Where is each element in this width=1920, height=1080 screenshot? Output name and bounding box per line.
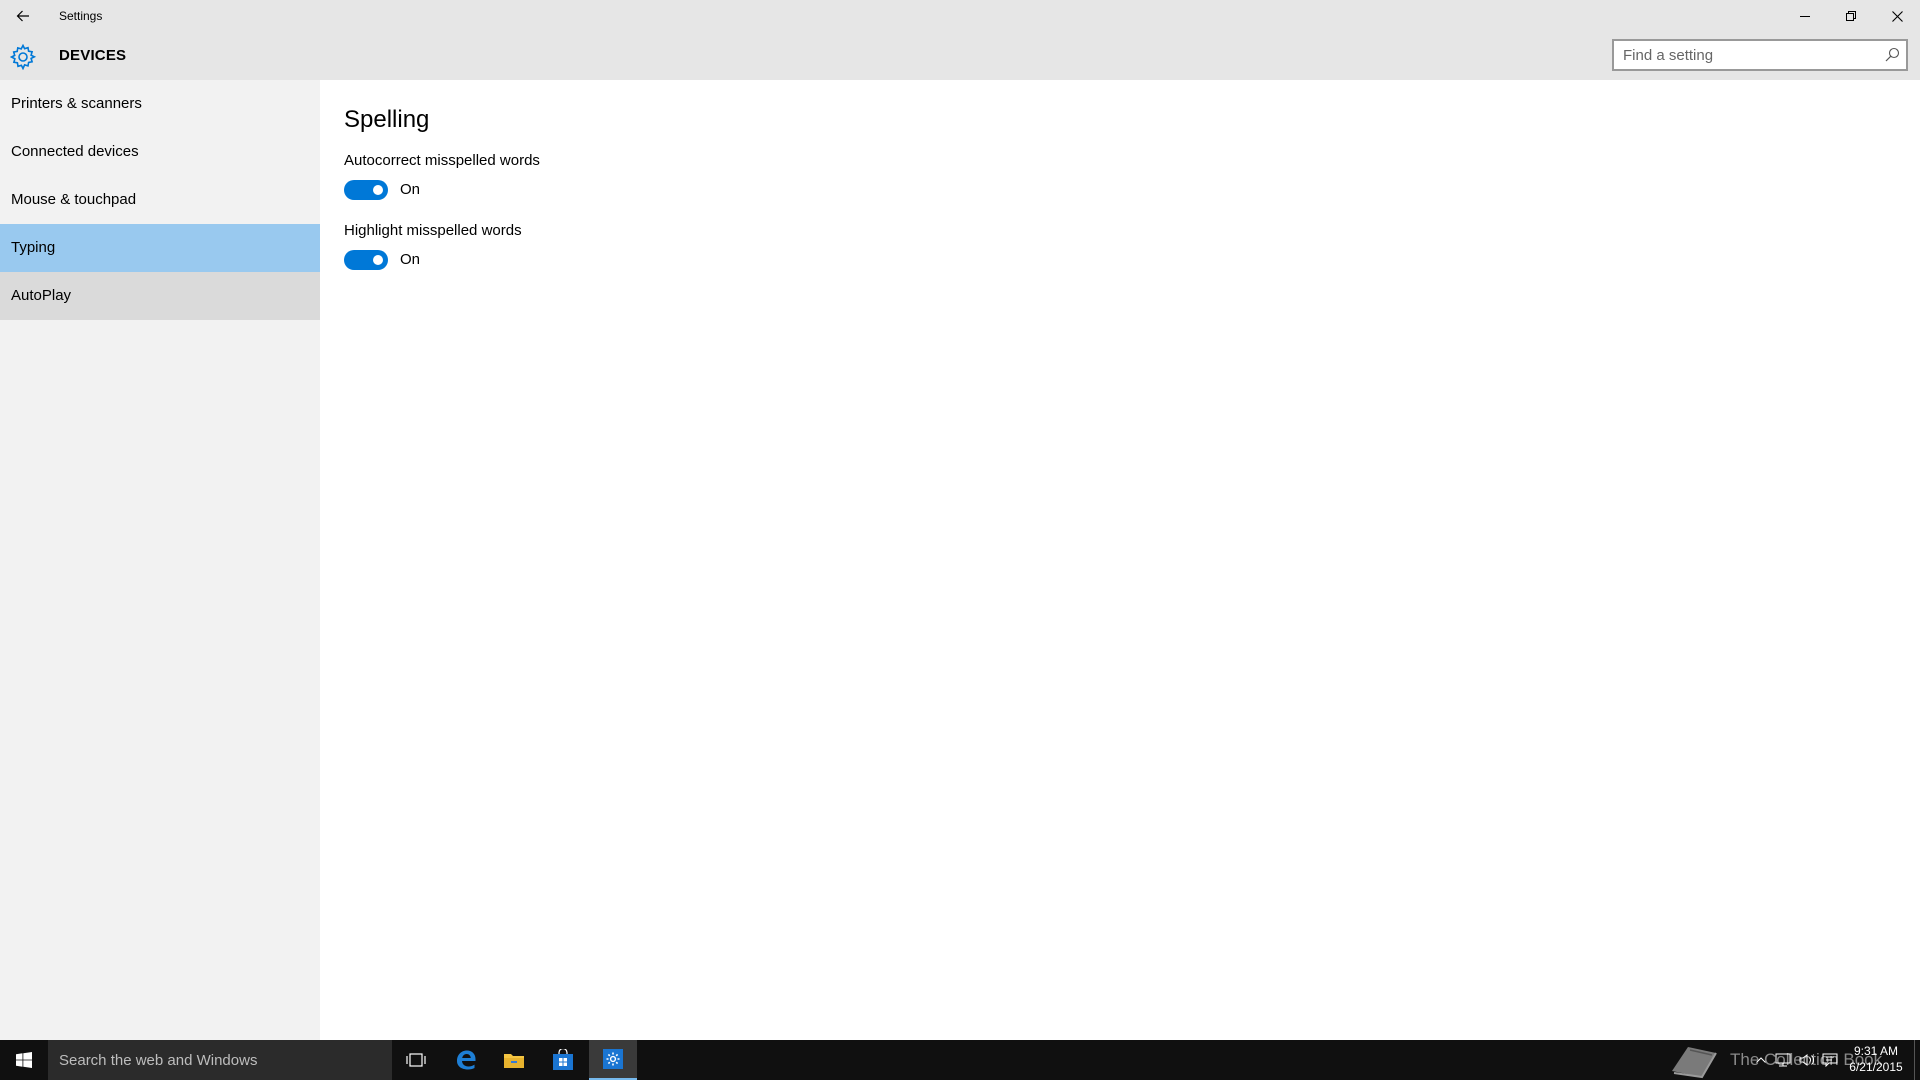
start-button[interactable] xyxy=(0,1040,48,1080)
search-icon[interactable] xyxy=(1884,47,1900,63)
autocorrect-toggle[interactable] xyxy=(344,180,388,200)
toggle-knob xyxy=(373,255,383,265)
taskbar-clock[interactable]: 9:31 AM 6/21/2015 xyxy=(1840,1043,1912,1075)
settings-window: Settings DEVICES Find a setting Printers… xyxy=(0,0,1920,1040)
taskbar-search[interactable] xyxy=(48,1040,392,1080)
store-icon xyxy=(553,1049,573,1070)
sidebar-item-mouse-touchpad[interactable]: Mouse & touchpad xyxy=(0,176,320,224)
find-setting-search[interactable] xyxy=(1612,39,1908,71)
volume-icon xyxy=(1799,1054,1814,1066)
sidebar-item-label: AutoPlay xyxy=(11,287,72,304)
page-header: DEVICES xyxy=(0,32,1920,80)
network-button[interactable] xyxy=(1772,1040,1794,1080)
close-button[interactable] xyxy=(1874,0,1920,32)
sidebar-item-typing[interactable]: Typing xyxy=(0,224,320,272)
sidebar-item-printers-scanners[interactable]: Printers & scanners xyxy=(0,80,320,128)
back-button[interactable] xyxy=(0,0,46,32)
action-center-button[interactable] xyxy=(1820,1040,1840,1080)
close-icon xyxy=(1891,10,1903,22)
book-logo-icon xyxy=(1672,1047,1717,1079)
window-title: Settings xyxy=(59,9,103,23)
sidebar-item-label: Typing xyxy=(11,239,56,256)
clock-date: 6/21/2015 xyxy=(1849,1060,1903,1074)
highlight-label: Highlight misspelled words xyxy=(344,222,522,239)
section-title: Spelling xyxy=(344,106,430,133)
clock-time: 9:31 AM xyxy=(1853,1044,1899,1058)
sidebar-item-connected-devices[interactable]: Connected devices xyxy=(0,128,320,176)
sidebar: Printers & scanners Connected devices Mo… xyxy=(0,80,320,1040)
highlight-toggle-state: On xyxy=(400,251,421,268)
autocorrect-toggle-state: On xyxy=(400,181,421,198)
sidebar-item-autoplay[interactable]: AutoPlay xyxy=(0,272,320,320)
toggle-knob xyxy=(373,185,383,195)
task-view-button[interactable] xyxy=(392,1040,440,1080)
minimize-icon xyxy=(1800,16,1810,17)
windows-logo-icon xyxy=(16,1052,32,1068)
gear-icon xyxy=(10,44,36,70)
settings-taskbar-button[interactable] xyxy=(589,1040,637,1080)
notification-icon xyxy=(1822,1053,1838,1067)
edge-button[interactable] xyxy=(442,1040,490,1080)
file-explorer-button[interactable] xyxy=(490,1040,538,1080)
highlight-toggle[interactable] xyxy=(344,250,388,270)
show-hidden-icons-button[interactable] xyxy=(1752,1040,1770,1080)
restore-button[interactable] xyxy=(1828,0,1874,32)
autocorrect-label: Autocorrect misspelled words xyxy=(344,152,540,169)
task-view-icon xyxy=(406,1053,426,1067)
taskbar-search-input[interactable] xyxy=(48,1040,392,1080)
arrow-left-icon xyxy=(16,10,29,22)
edge-icon xyxy=(457,1050,476,1070)
volume-button[interactable] xyxy=(1796,1040,1818,1080)
page-title: DEVICES xyxy=(59,47,127,64)
show-desktop-button[interactable] xyxy=(1914,1040,1920,1080)
file-explorer-icon xyxy=(504,1054,524,1068)
taskbar: The Collection Book 9:31 AM 6/21/2015 xyxy=(0,1040,1920,1080)
main-content: Spelling Autocorrect misspelled words On… xyxy=(320,80,1920,1040)
store-button[interactable] xyxy=(539,1040,587,1080)
minimize-button[interactable] xyxy=(1782,0,1828,32)
title-bar: Settings xyxy=(0,0,1920,32)
settings-icon xyxy=(603,1049,623,1069)
sidebar-item-label: Connected devices xyxy=(11,143,139,160)
chevron-up-icon xyxy=(1756,1057,1766,1063)
restore-icon xyxy=(1846,11,1856,21)
sidebar-item-label: Mouse & touchpad xyxy=(11,191,137,208)
network-icon xyxy=(1775,1053,1791,1067)
search-input[interactable] xyxy=(1614,41,1874,69)
sidebar-item-label: Printers & scanners xyxy=(11,95,142,112)
